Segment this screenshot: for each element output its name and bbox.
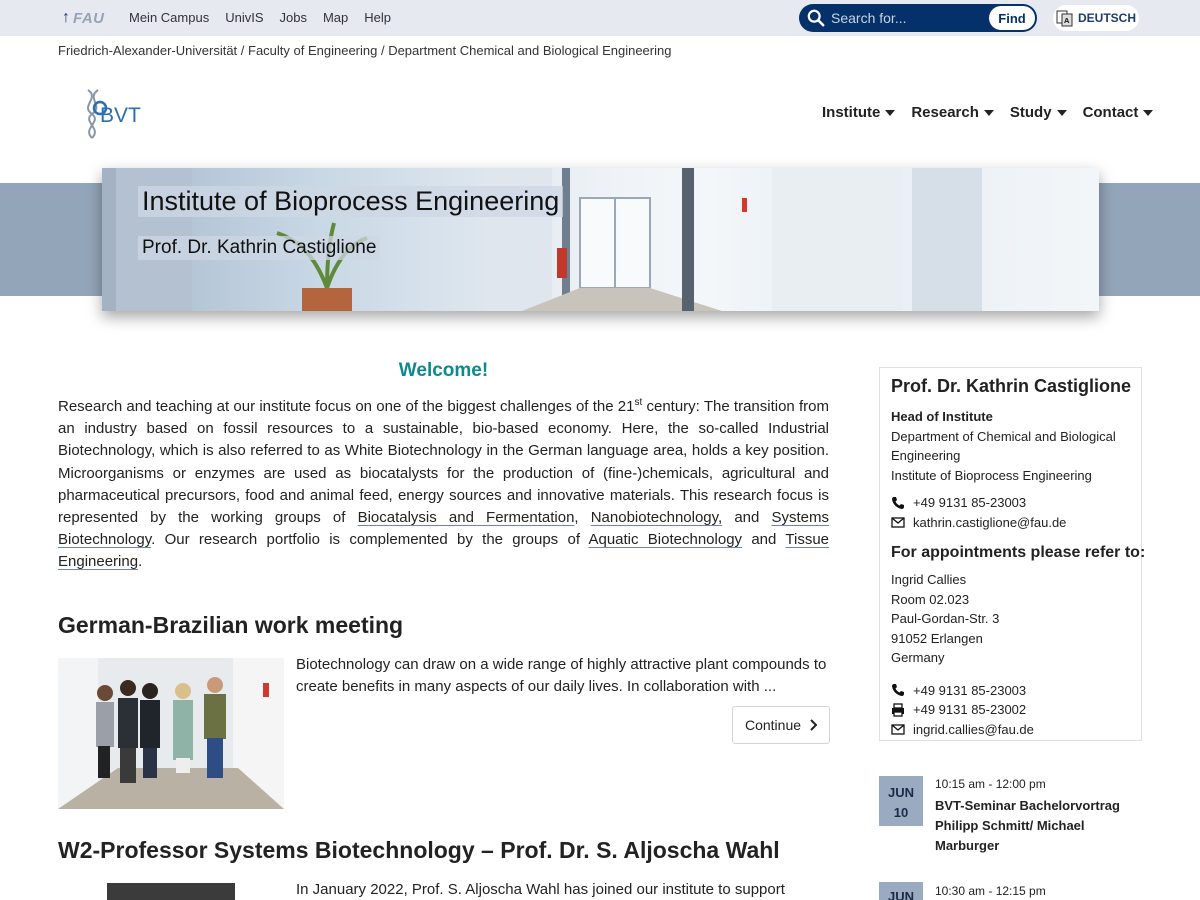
event-day: 10 xyxy=(893,805,909,820)
intro-text-1: Research and teaching at our institute f… xyxy=(58,398,635,415)
search-icon xyxy=(807,9,825,27)
contact-name[interactable]: Prof. Dr. Kathrin Castiglione xyxy=(891,376,1131,397)
banner-title: Institute of Bioprocess Engineering xyxy=(138,186,564,217)
news-summary: Biotechnology can draw on a wide range o… xyxy=(296,656,827,696)
appointment-fax: +49 9131 85-23002 xyxy=(913,702,1027,717)
intro-separator-1: , xyxy=(574,509,591,527)
search-box: Search for... Find xyxy=(799,4,1037,32)
intro-separator-2: and xyxy=(722,509,772,527)
appointment-phone[interactable]: +49 9131 85-23003 xyxy=(913,681,1026,701)
fax-icon xyxy=(892,703,904,717)
nav-institute-label: Institute xyxy=(822,104,881,121)
top-bar: ↑ FAU Mein Campus UnivIS Jobs Map Help S… xyxy=(0,0,1200,36)
logo-text: BVT xyxy=(100,104,141,127)
continue-button[interactable]: Continue xyxy=(732,706,830,744)
appointment-fax-row: +49 9131 85-23002 xyxy=(891,700,1130,720)
news-title[interactable]: W2-Professor Systems Biotechnology – Pro… xyxy=(58,837,780,864)
appointment-name: Ingrid Callies xyxy=(891,572,967,587)
nav-research[interactable]: Research xyxy=(911,104,994,121)
nav-research-label: Research xyxy=(911,104,979,121)
event-date-badge: JUN xyxy=(879,882,923,900)
link-nanobiotechnology[interactable]: Nanobiotechnology, xyxy=(591,509,722,526)
search-input[interactable]: Search for... xyxy=(831,10,981,26)
top-nav-mein-campus[interactable]: Mein Campus xyxy=(129,10,209,25)
event-month: JUN xyxy=(887,785,914,800)
nav-institute[interactable]: Institute xyxy=(822,104,896,121)
contact-phone[interactable]: +49 9131 85-23003 xyxy=(913,493,1026,513)
svg-text:A: A xyxy=(1064,17,1070,25)
mail-icon xyxy=(891,724,905,735)
caret-down-icon xyxy=(1143,109,1154,116)
nav-contact-label: Contact xyxy=(1082,104,1139,121)
event-date-badge: JUN 10 xyxy=(879,776,923,826)
event-time: 10:30 am - 12:15 pm xyxy=(935,884,1046,898)
find-button[interactable]: Find xyxy=(989,6,1035,30)
top-nav-map[interactable]: Map xyxy=(323,10,348,25)
language-switch[interactable]: A DEUTSCH xyxy=(1053,5,1139,31)
caret-down-icon xyxy=(885,109,896,116)
contact-email-row: kathrin.castiglione@fau.de xyxy=(891,513,1130,533)
chevron-right-icon xyxy=(810,719,818,731)
mail-icon xyxy=(891,517,905,528)
intro-text-2: century: The transition from an industry… xyxy=(58,398,830,527)
welcome-heading: Welcome! xyxy=(398,360,489,381)
intro-text-3: . Our research portfolio is complemented… xyxy=(151,531,589,549)
arrow-up-icon: ↑ xyxy=(62,9,70,26)
event-title[interactable]: BVT-Seminar Bachelorvortrag Philipp Schm… xyxy=(935,796,1135,856)
banner-image: Institute of Bioprocess Engineering Prof… xyxy=(102,168,1099,311)
news-image-meeting[interactable] xyxy=(58,658,284,809)
news-summary: In January 2022, Prof. S. Aljoscha Wahl … xyxy=(296,881,785,898)
contact-phone-row: +49 9131 85-23003 xyxy=(891,493,1130,513)
breadcrumb[interactable]: Friedrich-Alexander-Universität / Facult… xyxy=(58,43,671,58)
appointments-heading: For appointments please refer to: xyxy=(891,544,1146,561)
top-nav-help[interactable]: Help xyxy=(364,10,391,25)
group-photo-illustration xyxy=(58,658,284,809)
contact-card: Prof. Dr. Kathrin Castiglione Head of In… xyxy=(879,367,1146,741)
appointment-phone-row: +49 9131 85-23003 xyxy=(891,681,1130,701)
fau-label: FAU xyxy=(73,9,105,27)
contact-institute: Institute of Bioprocess Engineering xyxy=(891,467,1092,483)
banner-subtitle: Prof. Dr. Kathrin Castiglione xyxy=(138,236,381,260)
news-image-portrait[interactable] xyxy=(107,883,235,900)
nav-contact[interactable]: Contact xyxy=(1083,104,1154,121)
news-title[interactable]: German-Brazilian work meeting xyxy=(58,612,403,639)
appointment-room: Room 02.023 xyxy=(891,591,970,607)
appointment-country: Germany xyxy=(891,650,945,665)
event-month: JUN xyxy=(887,889,914,900)
appointment-street: Paul-Gordan-Str. 3 xyxy=(891,611,1000,626)
event-time: 10:15 am - 12:00 pm xyxy=(935,777,1046,791)
top-nav: Mein Campus UnivIS Jobs Map Help xyxy=(129,10,391,25)
appointment-email[interactable]: ingrid.callies@fau.de xyxy=(913,720,1034,740)
language-label: DEUTSCH xyxy=(1078,11,1137,25)
contact-role: Head of Institute xyxy=(891,409,993,424)
intro-paragraph: Research and teaching at our institute f… xyxy=(58,392,829,574)
intro-text-4: . xyxy=(138,553,143,571)
caret-down-icon xyxy=(1056,109,1067,116)
contact-department: Department of Chemical and Biological En… xyxy=(891,428,1116,464)
appointment-city: 91052 Erlangen xyxy=(891,630,983,646)
continue-label: Continue xyxy=(744,717,802,733)
top-nav-jobs[interactable]: Jobs xyxy=(280,10,307,25)
intro-separator-3: and xyxy=(742,531,786,549)
main-nav: Institute Research Study Contact xyxy=(822,104,1154,121)
appointment-email-row: ingrid.callies@fau.de xyxy=(891,720,1130,740)
top-nav-univis[interactable]: UnivIS xyxy=(225,10,263,25)
language-icon: A xyxy=(1056,10,1073,27)
phone-icon xyxy=(892,496,904,509)
contact-email[interactable]: kathrin.castiglione@fau.de xyxy=(913,513,1066,533)
caret-down-icon xyxy=(983,109,994,116)
phone-icon xyxy=(892,684,904,697)
nav-study[interactable]: Study xyxy=(1010,104,1067,121)
fau-home-link[interactable]: ↑ FAU xyxy=(62,9,105,27)
nav-study-label: Study xyxy=(1009,104,1052,121)
link-aquatic-biotechnology[interactable]: Aquatic Biotechnology xyxy=(588,531,742,548)
link-biocatalysis[interactable]: Biocatalysis and Fermentation xyxy=(358,509,575,526)
